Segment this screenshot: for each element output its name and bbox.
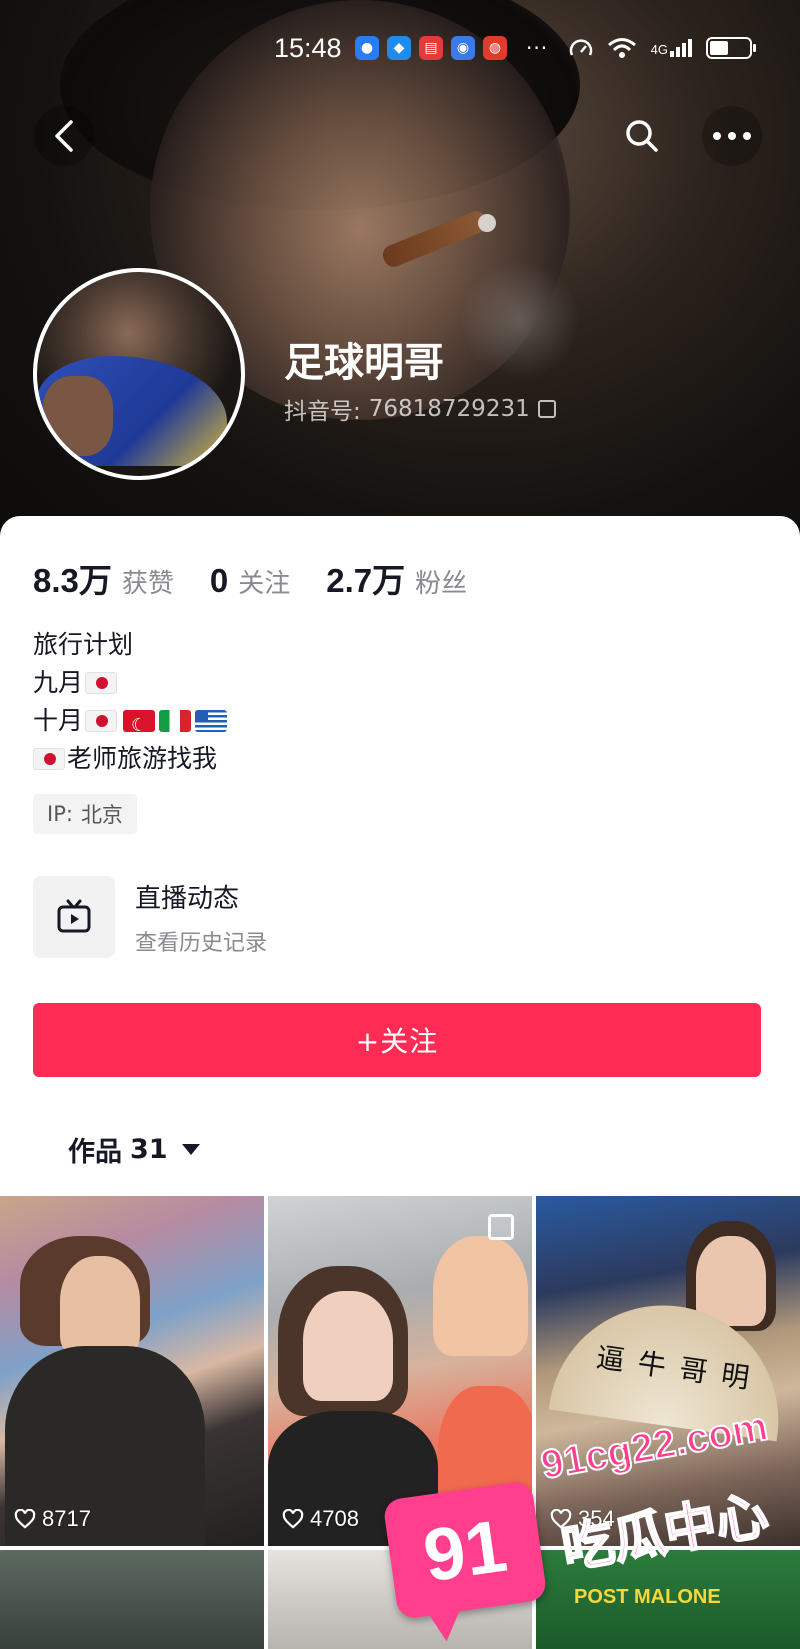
works-label: 作品 (68, 1137, 122, 1168)
battery-icon (706, 37, 756, 59)
bio-text: 旅行计划 (33, 630, 134, 659)
following-label: 关注 (238, 569, 291, 599)
status-time: 15:48 (274, 32, 342, 63)
followers-count: 2.7万 (326, 562, 406, 599)
profile-cover: 15:48 ● ◆ ▤ ◉ ◍ ··· 4G 足球明哥 抖音号: 7681872… (0, 0, 800, 560)
network-type: 4G (650, 42, 668, 57)
ip-location-chip: IP: 北京 (33, 794, 137, 834)
status-bar: 15:48 ● ◆ ▤ ◉ ◍ ··· 4G (0, 28, 800, 68)
likes-counter: 8717 (14, 1506, 91, 1532)
ip-value: 北京 (80, 803, 123, 827)
live-history-card[interactable]: 直播动态 查看历史记录 (33, 876, 267, 958)
likes-count: 8.3万 (33, 562, 112, 599)
douyin-id-label: 抖音号: (284, 399, 361, 425)
username: 足球明哥 (284, 340, 444, 386)
bio-text: 十月 (33, 706, 84, 735)
more-options-button[interactable] (702, 106, 762, 166)
system-icons: 4G (569, 37, 756, 59)
japan-flag-icon (85, 672, 118, 694)
italy-flag-icon (159, 710, 192, 732)
followers-label: 粉丝 (415, 569, 468, 599)
greece-flag-icon (195, 710, 228, 732)
browser-app-icon: ◉ (451, 36, 475, 60)
search-button[interactable] (612, 106, 672, 166)
bio-line: 十月 (33, 702, 228, 740)
cellular-signal-icon: 4G (651, 39, 692, 57)
heart-icon (14, 1509, 36, 1529)
shopping-app-icon: ▤ (419, 36, 443, 60)
watermark: 91 91cg22.com 吃瓜中心 (382, 1403, 800, 1645)
caret-down-icon (181, 1144, 200, 1155)
red-app-icon: ◍ (483, 36, 507, 60)
douyin-id-value: 76818729231 (368, 396, 530, 422)
likes-count: 4708 (310, 1506, 359, 1531)
live-title: 直播动态 (135, 883, 240, 914)
bio-line: 九月 (33, 664, 227, 702)
watermark-title: 吃瓜中心 (556, 1484, 773, 1581)
follow-button[interactable]: +关注 (33, 1003, 761, 1077)
copy-icon[interactable] (537, 400, 556, 418)
japan-flag-icon (85, 710, 118, 732)
following-stat[interactable]: 0 关注 (210, 562, 290, 600)
likes-counter: 4708 (282, 1506, 359, 1532)
video-thumbnail[interactable] (0, 1550, 264, 1649)
back-button[interactable] (34, 106, 94, 166)
likes-stat[interactable]: 8.3万 获赞 (33, 554, 174, 602)
stats-row: 8.3万 获赞 0 关注 2.7万 粉丝 (33, 554, 503, 602)
thumbnail-face (696, 1236, 766, 1326)
watermark-badge: 91 (382, 1480, 548, 1620)
followers-stat[interactable]: 2.7万 粉丝 (326, 554, 467, 602)
thumbnail-face (60, 1256, 140, 1356)
ellipsis-icon (713, 132, 751, 140)
bio-line: 旅行计划 (33, 626, 227, 664)
works-count: 31 (130, 1134, 168, 1165)
multi-image-icon (488, 1214, 514, 1240)
avatar-arm (43, 376, 113, 456)
likes-label: 获赞 (121, 569, 174, 599)
notification-icons: ● ◆ ▤ ◉ ◍ (355, 36, 507, 60)
wifi-icon (607, 38, 636, 58)
turkey-flag-icon (123, 710, 156, 732)
message-app-icon: ● (355, 36, 379, 60)
bio-line: 老师旅游找我 (33, 740, 227, 778)
live-icon-box (33, 876, 115, 958)
thumbnail-face (433, 1236, 528, 1356)
fan-calligraphy: 逼牛哥明 (594, 1340, 766, 1397)
more-notifications-indicator: ··· (526, 36, 549, 60)
shield-app-icon: ◆ (387, 36, 411, 60)
works-tab[interactable]: 作品 31 (68, 1130, 200, 1169)
following-count: 0 (209, 562, 229, 599)
heart-icon (282, 1509, 304, 1529)
video-thumbnail[interactable]: 8717 (0, 1196, 264, 1546)
bio: 旅行计划 九月 十月 老师旅游找我 (33, 626, 228, 778)
tv-icon (57, 899, 91, 933)
ip-label: IP: (47, 802, 73, 826)
search-icon (626, 120, 658, 152)
likes-count: 8717 (42, 1506, 91, 1531)
chevron-left-icon (55, 120, 73, 152)
bio-text: 老师旅游找我 (67, 744, 218, 773)
bio-text: 九月 (33, 668, 84, 697)
thumbnail-face (303, 1291, 393, 1401)
live-text: 直播动态 查看历史记录 (135, 878, 267, 957)
speed-icon (569, 39, 592, 56)
cover-photo-cigar-tip (478, 214, 496, 232)
cover-photo-smoke (460, 260, 580, 380)
douyin-id-row[interactable]: 抖音号: 76818729231 (284, 392, 556, 426)
avatar[interactable] (33, 268, 245, 480)
live-subtitle: 查看历史记录 (135, 930, 268, 956)
japan-flag-icon (33, 748, 65, 770)
